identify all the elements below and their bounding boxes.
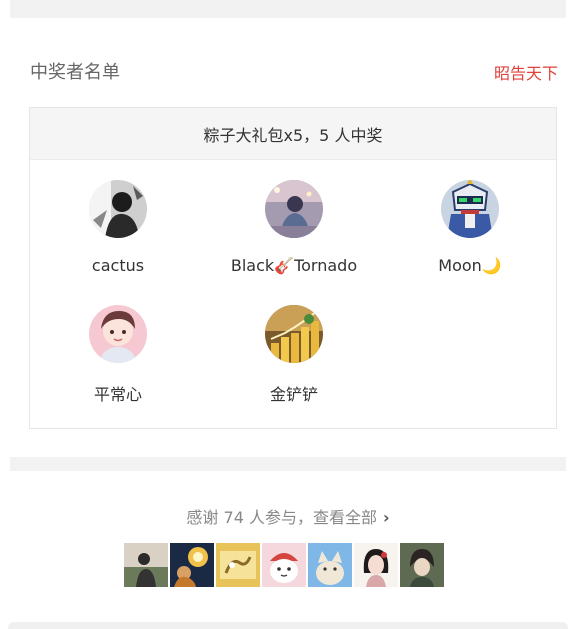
winner-avatar (89, 305, 147, 363)
top-divider-band (10, 0, 566, 18)
winner-avatar (89, 180, 147, 238)
view-all-participants[interactable]: 感谢 74 人参与，查看全部 › (0, 504, 576, 528)
winner-item[interactable]: Black🎸Tornado (214, 180, 374, 275)
winners-title: 中奖者名单 (30, 62, 120, 83)
winner-avatar (265, 305, 323, 363)
winner-item[interactable]: 金铲铲 (214, 305, 374, 405)
winner-item[interactable]: cactus (38, 180, 198, 275)
winner-name: Black🎸Tornado (230, 256, 358, 275)
bottom-divider-band (8, 622, 568, 629)
winner-name: 平常心 (93, 385, 142, 404)
participants-count-text: 感谢 74 人参与，查看全部 (186, 508, 377, 527)
chevron-right-icon: › (382, 508, 390, 527)
participant-avatar[interactable] (400, 543, 444, 587)
prize-summary-text: 粽子大礼包x5，5 人中奖 (203, 125, 383, 145)
participant-avatar[interactable] (262, 543, 306, 587)
winner-item[interactable]: 平常心 (38, 305, 198, 405)
winner-name: 金铲铲 (269, 385, 318, 404)
participant-avatar[interactable] (216, 543, 260, 587)
winner-name: Moon🌙 (438, 256, 502, 275)
participant-avatar[interactable] (170, 543, 214, 587)
winner-avatar (265, 180, 323, 238)
participant-avatar[interactable] (124, 543, 168, 587)
announce-link[interactable]: 昭告天下 (494, 60, 558, 84)
participant-avatar[interactable] (308, 543, 352, 587)
participant-avatars (124, 543, 444, 587)
prize-summary: 粽子大礼包x5，5 人中奖 (30, 108, 556, 160)
winner-card: 粽子大礼包x5，5 人中奖 cactus Black🎸Tornado Moon🌙… (29, 107, 557, 429)
winners-header: 中奖者名单 昭告天下 (30, 58, 558, 88)
participant-avatar[interactable] (354, 543, 398, 587)
section-divider-band (10, 457, 566, 471)
winner-item[interactable]: Moon🌙 (390, 180, 550, 275)
winner-avatar (441, 180, 499, 238)
winner-name: cactus (91, 256, 145, 275)
